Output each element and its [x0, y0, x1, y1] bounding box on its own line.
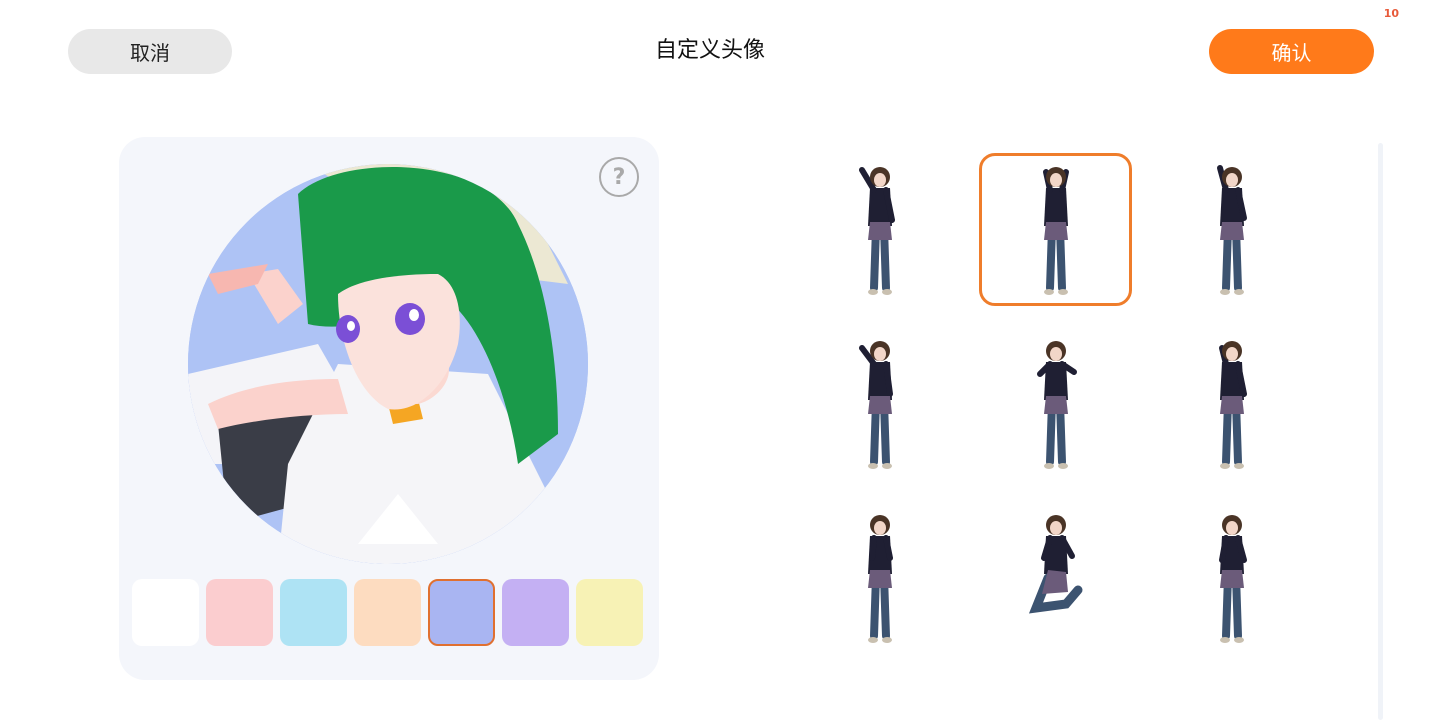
color-swatch[interactable]	[354, 579, 421, 646]
pose-option[interactable]	[803, 153, 956, 306]
color-swatch[interactable]	[576, 579, 643, 646]
pose-option[interactable]	[1155, 327, 1308, 480]
color-swatch[interactable]	[428, 579, 495, 646]
pose-figure	[858, 340, 893, 469]
pose-option[interactable]	[979, 501, 1132, 654]
pose-option[interactable]	[1155, 501, 1308, 654]
pose-figure	[1218, 514, 1247, 643]
page-title: 自定义头像	[654, 38, 765, 63]
avatar-preview-panel: ?	[119, 137, 659, 680]
color-swatch[interactable]	[206, 579, 273, 646]
corner-count-label: 10	[1383, 7, 1399, 20]
color-swatch[interactable]	[280, 579, 347, 646]
color-swatch[interactable]	[502, 579, 569, 646]
custom-avatar-page: 取消 自定义头像 确认 10 ?	[0, 0, 1440, 720]
background-color-swatches	[132, 579, 646, 647]
pose-option[interactable]	[1155, 153, 1308, 306]
pose-figure	[1028, 514, 1082, 613]
question-circle-icon[interactable]: ?	[599, 157, 639, 197]
pose-figure	[1216, 164, 1247, 295]
avatar-illustration	[188, 164, 588, 564]
pose-figure	[1042, 166, 1069, 295]
color-swatch[interactable]	[132, 579, 199, 646]
pose-grid	[803, 153, 1308, 658]
pose-figure	[1036, 340, 1077, 469]
pose-figure	[858, 166, 895, 295]
pose-option[interactable]	[803, 327, 956, 480]
scrollbar-track[interactable]	[1378, 143, 1383, 720]
pose-figure	[1218, 340, 1247, 469]
pose-figure	[867, 514, 893, 643]
confirm-button[interactable]: 确认	[1209, 29, 1374, 74]
pose-option[interactable]	[979, 153, 1132, 306]
pose-option[interactable]	[979, 327, 1132, 480]
avatar-preview	[188, 164, 588, 564]
pose-option[interactable]	[803, 501, 956, 654]
cancel-button[interactable]: 取消	[68, 29, 232, 74]
